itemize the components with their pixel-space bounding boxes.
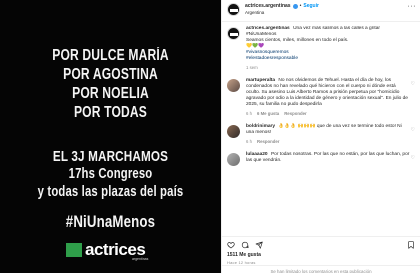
commenter-avatar[interactable] bbox=[227, 153, 240, 166]
comment-item: lulaaaa20 Por todas nosotras. Por las qu… bbox=[227, 152, 415, 166]
post-actions: 1511 Me gusta Hace 12 horas Se han limit… bbox=[222, 236, 420, 273]
more-options-icon[interactable]: ··· bbox=[408, 3, 417, 10]
post-image[interactable]: POR DULCE MARÍA POR AGOSTINA POR NOELIA … bbox=[0, 0, 221, 273]
poster-line-4: POR TODAS bbox=[73, 104, 148, 121]
comment-likes[interactable]: 6 Me gusta bbox=[257, 111, 279, 117]
poster-line-2: POR AGOSTINA bbox=[63, 66, 158, 83]
like-comment-heart-icon[interactable]: ♡ bbox=[411, 155, 415, 161]
poster-line-1: POR DULCE MARÍA bbox=[52, 47, 169, 64]
caption-username[interactable]: actrices.argentinas bbox=[246, 26, 290, 31]
logo-subtext: argentinas bbox=[132, 257, 149, 261]
poster-line-6: 17hs Congreso bbox=[68, 166, 153, 182]
hashtag-link[interactable]: #elestadoesresponsable bbox=[246, 56, 411, 62]
share-icon[interactable] bbox=[255, 241, 263, 249]
commenter-avatar[interactable] bbox=[227, 125, 240, 138]
poster-line-7: y todas las plazas del país bbox=[37, 184, 184, 200]
commenter-username[interactable]: martuperalta bbox=[246, 78, 275, 83]
caption: actrices.argentinas Una vez más salimos … bbox=[227, 26, 415, 71]
post-sidebar: actrices.argentinas • Seguir Argentina ·… bbox=[221, 0, 420, 273]
like-comment-heart-icon[interactable]: ♡ bbox=[411, 127, 415, 133]
like-comment-heart-icon[interactable]: ♡ bbox=[411, 81, 415, 87]
comment-text: Por todas nosotras. Por las que no están… bbox=[246, 152, 410, 163]
commenter-avatar[interactable] bbox=[227, 79, 240, 92]
poster-hashtag: #NiUnaMenos bbox=[65, 212, 156, 231]
verified-badge-icon bbox=[292, 4, 298, 9]
author-avatar[interactable] bbox=[227, 3, 240, 16]
comment-icon[interactable] bbox=[241, 241, 249, 249]
post-header: actrices.argentinas • Seguir Argentina ·… bbox=[222, 0, 420, 22]
likes-count[interactable]: 1511 Me gusta bbox=[227, 252, 415, 258]
separator-dot: • bbox=[299, 3, 302, 9]
actrices-logo: actrices argentinas bbox=[58, 240, 162, 262]
heart-icon[interactable] bbox=[227, 241, 235, 249]
follow-button[interactable]: Seguir bbox=[303, 4, 319, 9]
author-username[interactable]: actrices.argentinas bbox=[245, 4, 291, 9]
logo-mark-icon bbox=[66, 243, 82, 257]
comment-time: 6 h bbox=[246, 111, 252, 116]
caption-time: 1 sem bbox=[246, 65, 258, 70]
comment-item: boldrinimary 👌👌👌 🙌🙌🙌 que de una vez se t… bbox=[227, 124, 415, 145]
post-location[interactable]: Argentina bbox=[245, 10, 408, 16]
post-dialog: POR DULCE MARÍA POR AGOSTINA POR NOELIA … bbox=[0, 0, 420, 273]
caption-avatar[interactable] bbox=[227, 27, 240, 40]
comment-time: 6 h bbox=[246, 139, 252, 144]
reply-button[interactable]: Responder bbox=[257, 139, 279, 145]
comments-list[interactable]: actrices.argentinas Una vez más salimos … bbox=[222, 26, 420, 236]
poster-line-3: POR NOELIA bbox=[72, 85, 149, 102]
comments-limited-notice: Se han limitado los comentarios en esta … bbox=[222, 265, 420, 273]
reply-button[interactable]: Responder bbox=[284, 111, 306, 117]
commenter-username[interactable]: lulaaaa20 bbox=[246, 152, 268, 157]
bookmark-icon[interactable] bbox=[407, 240, 415, 249]
comment-item: martuperalta No nos olvidemos de Tehuel.… bbox=[227, 78, 415, 117]
commenter-username[interactable]: boldrinimary bbox=[246, 124, 275, 129]
poster-line-5: EL 3J MARCHAMOS bbox=[52, 148, 169, 165]
